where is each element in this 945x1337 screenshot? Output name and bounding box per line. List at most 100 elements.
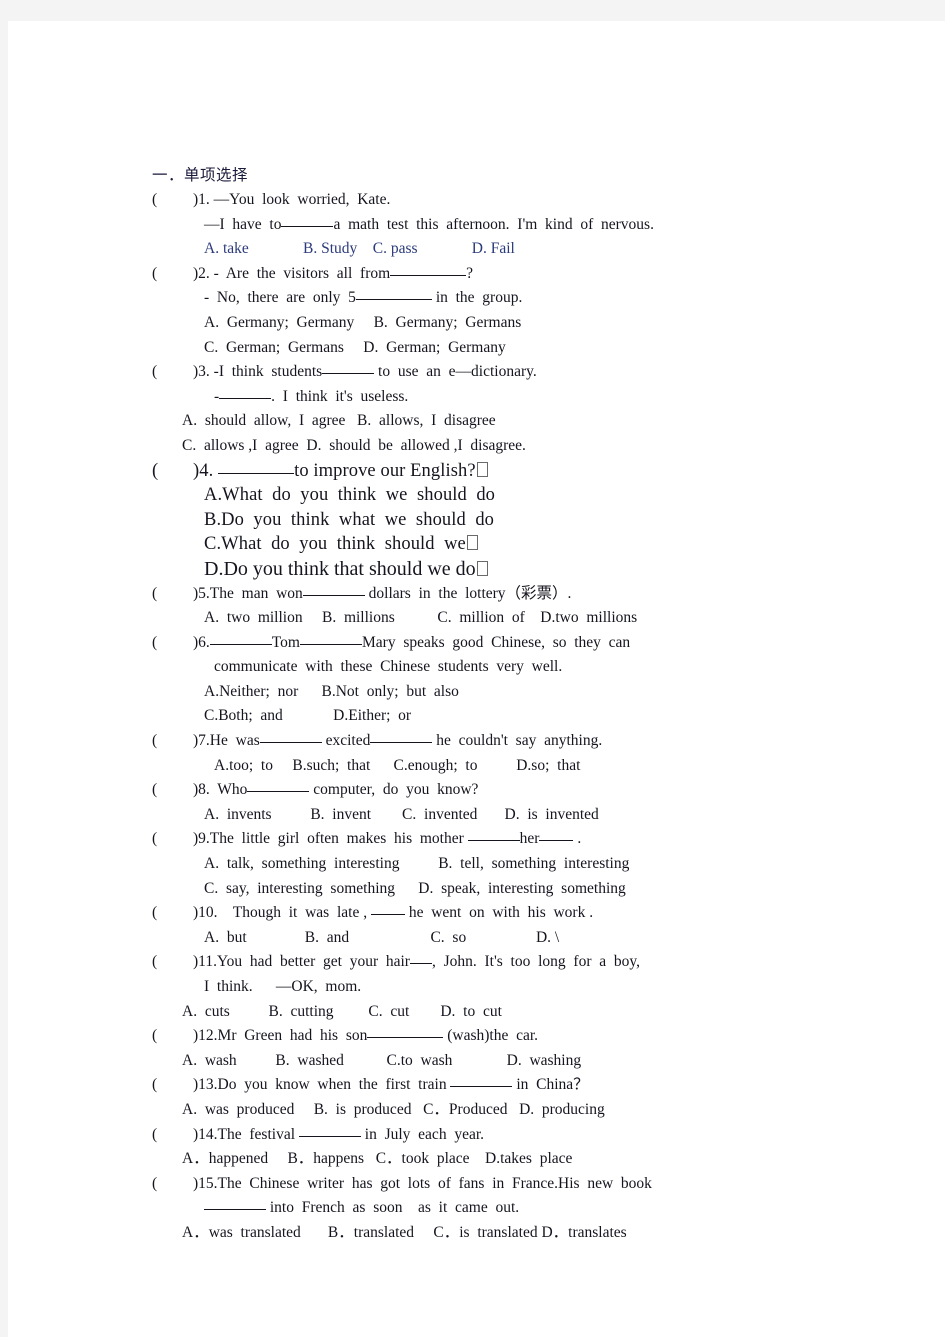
question-7-text-a: 7.He was — [198, 732, 260, 750]
question-4: ()4. to improve our English? A.What do y… — [152, 459, 772, 582]
answer-bracket-6[interactable]: ( — [152, 631, 193, 656]
answer-blank[interactable] — [390, 274, 467, 276]
question-6-number: 6. — [198, 633, 210, 651]
question-8-text-b: computer, do you know? — [313, 781, 479, 799]
question-6-stem-line-1: ()6. Tom Mary speaks good Chinese, so they… — [152, 631, 772, 656]
answer-blank[interactable] — [298, 1135, 361, 1137]
question-15-stem-line-2: into French as soon as it came out. — [152, 1196, 772, 1221]
question-8-options: A. invents B. invent C. invented D. is i… — [204, 805, 599, 823]
question-1-stem-line-1: ()1. —You look worried, Kate. — [152, 188, 772, 213]
answer-blank[interactable] — [259, 742, 322, 744]
question-3-text-b: to use an e—dictionary. — [378, 363, 537, 381]
question-2-stem-line-2: - No, there are only 5 in the group. — [152, 286, 772, 311]
question-7-text-b: excited — [325, 732, 371, 750]
answer-blank[interactable] — [450, 1086, 513, 1088]
question-2-text-b: ? — [466, 264, 474, 282]
answer-blank[interactable] — [219, 397, 272, 399]
question-14: ()14.The festival in July each year. A．h… — [152, 1123, 772, 1172]
question-12: ()12.Mr Green had his son (wash)the car.… — [152, 1024, 772, 1073]
question-6-stem-line-2: communicate with these Chinese students … — [214, 658, 563, 676]
question-13-text-b: in China？ — [516, 1076, 589, 1094]
answer-blank[interactable] — [370, 914, 405, 916]
question-1-text-c: a math test this afternoon. I'm kind of … — [333, 215, 654, 233]
question-4-option-c: C.What do you think should we — [152, 532, 772, 557]
answer-bracket-4[interactable]: ( — [152, 459, 193, 484]
question-11-stem-line-2: I think. —OK, mom. — [204, 978, 362, 995]
question-10-text-a: 10. Though it was late , — [198, 904, 368, 922]
question-7: ()7.He was excited he couldn't say anyth… — [152, 729, 772, 778]
question-8-stem: ()8. Who computer, do you know? — [152, 778, 772, 803]
question-15-text-b: into French as soon as it came out. — [269, 1199, 520, 1217]
question-4-stem: ()4. to improve our English? — [152, 459, 772, 484]
question-13-stem: ()13.Do you know when the first train in… — [152, 1073, 772, 1098]
answer-bracket-11[interactable]: ( — [152, 950, 193, 975]
question-3-stem-line-1: ()3. -I think students to use an e—dicti… — [152, 360, 772, 385]
question-1: ()1. —You look worried, Kate. —I have to… — [152, 188, 772, 262]
question-5: ()5.The man won dollars in the lottery（彩… — [152, 582, 772, 631]
question-15-options: A．was translated B．translated C．is trans… — [182, 1223, 627, 1241]
question-9-options-row-1: A. talk, something interesting B. tell, … — [204, 855, 630, 873]
question-1-stem-line-2: —I have to a math test this afternoon. I'… — [152, 213, 772, 238]
answer-blank[interactable] — [355, 299, 432, 301]
question-1-options: A. take B. Study C. pass D. Fail — [204, 240, 515, 258]
question-11-options: A. cuts B. cutting C. cut D. to cut — [182, 1002, 502, 1020]
question-5-text-b: dollars in the lottery（彩票）. — [368, 584, 572, 602]
question-2-text-d: in the group. — [435, 289, 523, 307]
answer-bracket-7[interactable]: ( — [152, 729, 193, 754]
answer-blank[interactable] — [300, 643, 362, 645]
answer-bracket-8[interactable]: ( — [152, 778, 193, 803]
question-3-text-a: 3. -I think students — [198, 363, 323, 381]
answer-blank[interactable] — [281, 225, 334, 227]
answer-bracket-5[interactable]: ( — [152, 582, 193, 607]
question-4-option-a: A.What do you think we should do — [204, 485, 496, 506]
question-9-text-c: . — [577, 830, 582, 848]
question-10: ()10. Though it was late , he went on wi… — [152, 901, 772, 950]
answer-blank[interactable] — [539, 840, 574, 842]
answer-bracket-3[interactable]: ( — [152, 360, 193, 385]
question-12-text-a: 12.Mr Green had his son — [198, 1027, 368, 1045]
question-11-text-b: , John. It's too long for a boy, — [431, 953, 640, 971]
question-11-text-a: 11.You had better get your hair — [198, 953, 410, 971]
answer-blank[interactable] — [204, 1209, 266, 1211]
missing-glyph-box-icon — [476, 560, 488, 576]
question-4-number: 4. — [199, 460, 214, 481]
answer-bracket-1[interactable]: ( — [152, 188, 193, 213]
question-6: ()6. Tom Mary speaks good Chinese, so they… — [152, 631, 772, 729]
question-2-options-row-1: A. Germany; Germany B. Germany; Germans — [204, 313, 522, 331]
question-12-stem: ()12.Mr Green had his son (wash)the car. — [152, 1024, 772, 1049]
answer-bracket-15[interactable]: ( — [152, 1172, 193, 1197]
answer-blank[interactable] — [370, 742, 433, 744]
answer-bracket-10[interactable]: ( — [152, 901, 193, 926]
answer-blank[interactable] — [467, 840, 520, 842]
question-13: ()13.Do you know when the first train in… — [152, 1073, 772, 1122]
answer-blank[interactable] — [218, 472, 295, 474]
question-2: ()2. - Are the visitors all from? - No, … — [152, 262, 772, 360]
question-14-text-b: in July each year. — [364, 1125, 485, 1143]
answer-blank[interactable] — [409, 963, 432, 965]
question-5-options: A. two million B. millions C. million of… — [204, 609, 638, 627]
question-7-stem: ()7.He was excited he couldn't say anyth… — [152, 729, 772, 754]
question-7-text-c: he couldn't say anything. — [436, 732, 603, 750]
answer-blank[interactable] — [209, 643, 272, 645]
answer-bracket-12[interactable]: ( — [152, 1024, 193, 1049]
question-4-option-d-text: D.Do you think that should we do — [204, 557, 476, 580]
question-5-stem: ()5.The man won dollars in the lottery（彩… — [152, 582, 772, 607]
answer-bracket-14[interactable]: ( — [152, 1123, 193, 1148]
question-15-text-a: 15.The Chinese writer has got lots of fa… — [198, 1174, 652, 1192]
document-page: 一．单项选择 ()1. —You look worried, Kate. —I … — [8, 21, 945, 1337]
answer-blank[interactable] — [302, 594, 365, 596]
answer-bracket-9[interactable]: ( — [152, 827, 193, 852]
answer-bracket-13[interactable]: ( — [152, 1073, 193, 1098]
answer-bracket-2[interactable]: ( — [152, 262, 193, 287]
question-4-text: to improve our English? — [294, 460, 476, 481]
question-12-options: A. wash B. washed C.to wash D. washing — [182, 1051, 582, 1069]
question-9-text-a: 9.The little girl often makes his mother — [198, 830, 464, 848]
question-2-text-a: 2. - Are the visitors all from — [198, 264, 391, 282]
answer-blank[interactable] — [247, 791, 310, 793]
question-1-text-b: —I have to — [204, 215, 282, 233]
question-2-options-row-2: C. German; Germans D. German; Germany — [204, 338, 506, 356]
question-3-options-row-1: A. should allow, I agree B. allows, I di… — [182, 412, 496, 430]
answer-blank[interactable] — [322, 373, 375, 375]
answer-blank[interactable] — [367, 1037, 444, 1039]
question-11-stem-line-1: ()11.You had better get your hair, John.… — [152, 950, 772, 975]
